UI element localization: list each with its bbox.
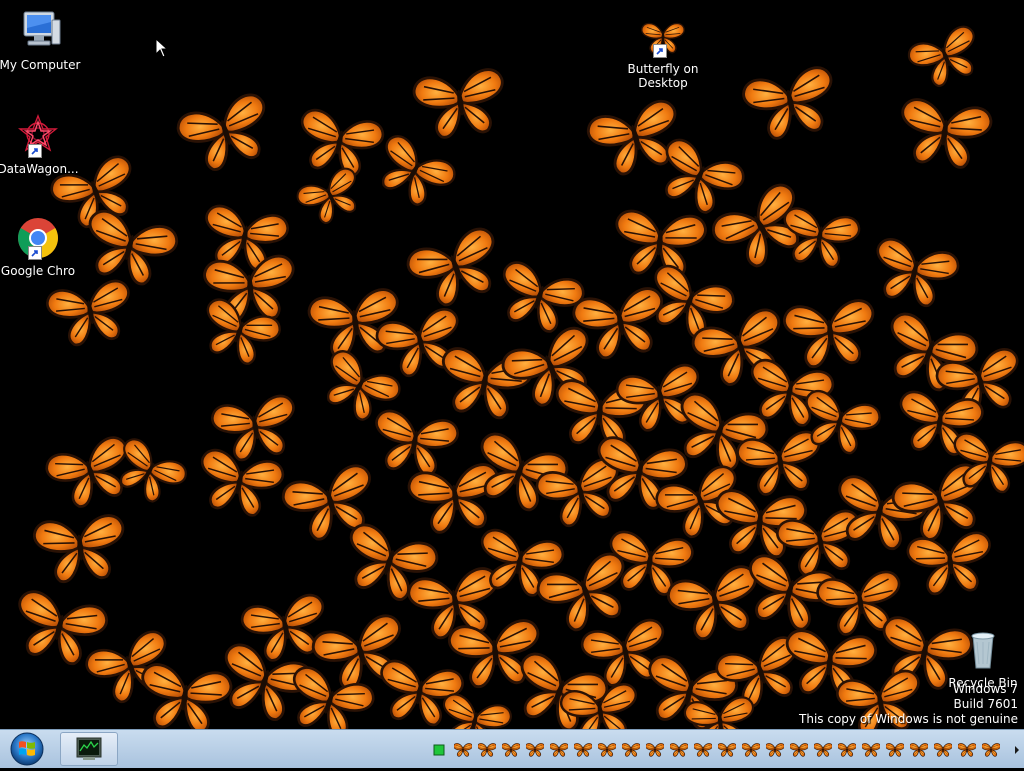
desktop-icon-google-chrome[interactable]: Google Chro: [0, 216, 81, 278]
butterfly-sprite: [173, 89, 280, 179]
butterfly-icon[interactable]: [717, 742, 737, 758]
windows-watermark: Windows 7 Build 7601 This copy of Window…: [799, 682, 1018, 727]
butterfly-sprite: [570, 284, 672, 364]
butterfly-sprite: [489, 257, 588, 340]
butterfly-icon[interactable]: [693, 742, 713, 758]
windows-start-icon: [10, 732, 44, 766]
taskbar-app-button[interactable]: [60, 732, 118, 766]
butterfly-sprite: [682, 695, 758, 729]
butterfly-icon[interactable]: [645, 742, 665, 758]
butterfly-icon[interactable]: [765, 742, 785, 758]
shortcut-arrow-icon: [653, 44, 667, 58]
desktop-icon-label: DataWagon...: [0, 162, 79, 176]
butterfly-sprite: [905, 530, 996, 598]
butterfly-sprite: [76, 206, 182, 292]
desktop-icon-label: My Computer: [0, 58, 81, 72]
shortcut-arrow-icon: [28, 246, 42, 260]
butterfly-sprite: [134, 661, 235, 729]
system-monitor-icon: [76, 737, 102, 760]
butterfly-icon[interactable]: [885, 742, 905, 758]
butterfly-icon[interactable]: [861, 742, 881, 758]
desktop: My Computer DataWagon... Google Chro But…: [0, 0, 1024, 729]
butterfly-sprite: [405, 461, 506, 538]
butterfly-icon[interactable]: [933, 742, 953, 758]
desktop-icon-recycle-bin[interactable]: Recycle Bin: [940, 628, 1024, 690]
start-button[interactable]: [2, 731, 52, 767]
watermark-line: Build 7601: [953, 697, 1018, 711]
watermark-line: This copy of Windows is not genuine: [799, 712, 1018, 726]
butterfly-sprite: [904, 22, 988, 94]
butterfly-icon[interactable]: [741, 742, 761, 758]
butterfly-icon[interactable]: [909, 742, 929, 758]
butterfly-sprite: [291, 106, 387, 182]
butterfly-icon[interactable]: [813, 742, 833, 758]
green-status-icon[interactable]: [432, 742, 450, 758]
mouse-cursor-icon: [155, 38, 169, 58]
butterfly-sprite: [583, 96, 689, 182]
desktop-icon-label: Google Chro: [0, 264, 76, 278]
butterfly-sprite: [293, 164, 370, 231]
butterfly-sprite: [866, 235, 963, 313]
butterfly-icon[interactable]: [573, 742, 593, 758]
butterfly-sprite: [410, 66, 511, 143]
butterfly-wallpaper: [7, 22, 1024, 729]
butterfly-sprite: [781, 297, 880, 371]
butterfly-icon[interactable]: [981, 742, 1001, 758]
butterfly-icon[interactable]: [597, 742, 617, 758]
butterfly-sprite: [366, 130, 460, 216]
butterfly-sprite: [402, 223, 511, 315]
butterfly-sprite: [739, 63, 843, 145]
butterfly-icon[interactable]: [789, 742, 809, 758]
butterfly-icon[interactable]: [453, 742, 473, 758]
butterfly-sprite: [279, 662, 378, 729]
butterfly-icon[interactable]: [525, 742, 545, 758]
butterfly-icon[interactable]: [957, 742, 977, 758]
butterfly-icon[interactable]: [669, 742, 689, 758]
butterfly-sprite: [894, 96, 995, 173]
chevron-right-icon[interactable]: [1012, 742, 1022, 758]
butterfly-sprite: [31, 512, 130, 586]
desktop-icon-butterfly-on-desktop[interactable]: Butterfly on Desktop: [620, 14, 706, 90]
desktop-icon-my-computer[interactable]: My Computer: [0, 10, 83, 72]
butterfly-icon[interactable]: [549, 742, 569, 758]
butterfly-sprite: [434, 690, 515, 729]
recycle-bin-icon: [971, 632, 995, 669]
taskbar: [0, 729, 1024, 768]
butterfly-sprite: [44, 277, 138, 351]
butterfly-icon[interactable]: [501, 742, 521, 758]
desktop-icon-datawagon[interactable]: DataWagon...: [0, 114, 81, 176]
butterfly-icon[interactable]: [621, 742, 641, 758]
desktop-icon-label: Butterfly on Desktop: [627, 62, 699, 90]
shortcut-arrow-icon: [28, 144, 42, 158]
butterfly-icon[interactable]: [837, 742, 857, 758]
watermark-line: Windows 7: [952, 682, 1018, 696]
computer-icon: [23, 11, 61, 46]
butterfly-icon[interactable]: [477, 742, 497, 758]
butterfly-sprite: [367, 407, 461, 481]
